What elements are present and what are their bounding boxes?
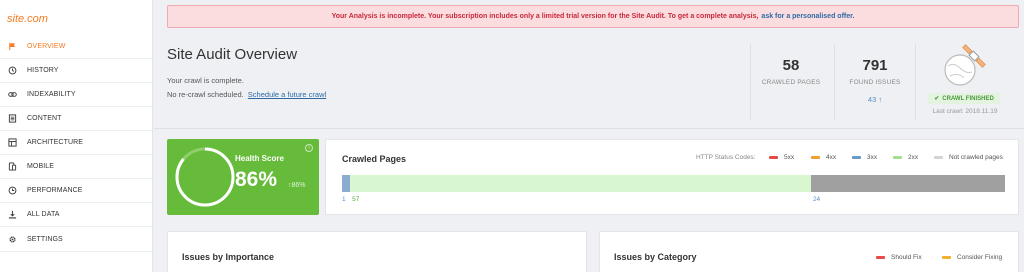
legend-label: 4xx bbox=[826, 154, 837, 161]
info-icon[interactable]: i bbox=[305, 144, 313, 152]
nav-label: PERFORMANCE bbox=[27, 187, 83, 194]
legend-label: Consider Fixing bbox=[957, 254, 1003, 261]
nav-item-all-data[interactable]: ALL DATA bbox=[0, 203, 152, 227]
satellite-icon bbox=[944, 44, 986, 86]
flag-icon bbox=[7, 42, 17, 52]
legend-item-5xx[interactable]: 5xx bbox=[769, 154, 794, 161]
link-icon bbox=[7, 90, 17, 100]
legend-swatch bbox=[942, 256, 951, 259]
issues-delta-value: 43 bbox=[867, 95, 877, 104]
legend-swatch bbox=[876, 256, 885, 259]
bar-label-2xx: 57 bbox=[352, 196, 360, 203]
crawled-pages-label: CRAWLED PAGES bbox=[761, 79, 821, 86]
found-issues-label: FOUND ISSUES bbox=[849, 79, 901, 86]
arrow-up-icon: ↑ bbox=[878, 95, 883, 104]
bar-label-3xx: 1 bbox=[342, 196, 346, 203]
nav-item-history[interactable]: HISTORY bbox=[0, 59, 152, 83]
legend-swatch bbox=[934, 156, 943, 159]
crawled-pages-bar bbox=[342, 175, 1005, 192]
issues-by-category-title: Issues by Category bbox=[614, 252, 697, 262]
nav-item-architecture[interactable]: ARCHITECTURE bbox=[0, 131, 152, 155]
health-score-ring bbox=[175, 147, 235, 207]
crawled-pages-title: Crawled Pages bbox=[342, 154, 407, 164]
nav-item-indexability[interactable]: INDEXABILITY bbox=[0, 83, 152, 107]
bar-label-not-crawled: 24 bbox=[812, 196, 821, 203]
http-status-legend-title: HTTP Status Codes: bbox=[696, 154, 756, 161]
divider bbox=[154, 128, 1024, 129]
download-icon bbox=[7, 210, 17, 220]
legend-label: 5xx bbox=[784, 154, 795, 161]
bar-segment-not-crawled[interactable] bbox=[810, 175, 1005, 192]
recrawl-text: No re-crawl scheduled. bbox=[167, 90, 244, 99]
issues-by-importance-card: Issues by Importance bbox=[167, 231, 587, 272]
legend-item-not-crawled[interactable]: Not crawled pages bbox=[934, 154, 1003, 161]
crawl-finished-badge: ✔ CRAWL FINISHED bbox=[928, 93, 1000, 104]
check-icon: ✔ bbox=[934, 96, 940, 102]
clock-icon bbox=[7, 186, 17, 196]
legend-swatch bbox=[852, 156, 861, 159]
nav-item-content[interactable]: CONTENT bbox=[0, 107, 152, 131]
recrawl-info: No re-crawl scheduled. Schedule a future… bbox=[167, 90, 326, 99]
document-icon bbox=[7, 114, 17, 124]
found-issues-count[interactable]: 791 bbox=[835, 57, 915, 74]
nav-item-performance[interactable]: PERFORMANCE bbox=[0, 179, 152, 203]
crawl-status-text: Your crawl is complete. bbox=[167, 76, 244, 85]
legend-item-3xx[interactable]: 3xx bbox=[852, 154, 877, 161]
nav-item-mobile[interactable]: MOBILE bbox=[0, 155, 152, 179]
nav-label: CONTENT bbox=[27, 115, 62, 122]
crawl-finished-text: CRAWL FINISHED bbox=[942, 95, 994, 102]
bar-segment-2xx[interactable] bbox=[350, 175, 811, 192]
gear-icon bbox=[7, 235, 17, 245]
nav-label: MOBILE bbox=[27, 163, 55, 170]
divider bbox=[915, 44, 916, 120]
legend-swatch bbox=[811, 156, 820, 159]
nav-label: ALL DATA bbox=[27, 211, 60, 218]
history-icon bbox=[7, 66, 17, 76]
health-delta-value: 86% bbox=[291, 182, 306, 189]
issues-by-category-card: Issues by Category Should Fix Consider F… bbox=[599, 231, 1019, 272]
bar-segment-3xx[interactable] bbox=[342, 175, 351, 192]
crawled-pages-card: Crawled Pages HTTP Status Codes: 5xx 4xx… bbox=[325, 139, 1019, 215]
legend-item-consider-fixing[interactable]: Consider Fixing bbox=[942, 254, 1002, 261]
page-title: Site Audit Overview bbox=[167, 46, 298, 63]
nav-label: ARCHITECTURE bbox=[27, 139, 84, 146]
trial-alert-banner: Your Analysis is incomplete. Your subscr… bbox=[167, 5, 1019, 28]
last-crawl-date: Last crawl: 2018.11.19 bbox=[932, 108, 998, 115]
mobile-icon bbox=[7, 162, 17, 172]
health-score-delta: ↑86% bbox=[288, 182, 306, 189]
nav-label: OVERVIEW bbox=[27, 43, 66, 50]
legend-label: 2xx bbox=[908, 154, 919, 161]
health-score-value: 86% bbox=[235, 168, 278, 191]
legend-label: Should Fix bbox=[891, 254, 922, 261]
alert-message: Your Analysis is incomplete. Your subscr… bbox=[331, 13, 759, 20]
sidebar: site.com OVERVIEW HISTORY INDEXABILITY C… bbox=[0, 0, 153, 272]
nav-label: INDEXABILITY bbox=[27, 91, 76, 98]
issues-by-importance-title: Issues by Importance bbox=[182, 252, 275, 262]
legend-item-2xx[interactable]: 2xx bbox=[893, 154, 918, 161]
legend-label: Not crawled pages bbox=[949, 154, 1003, 161]
logo[interactable]: site.com bbox=[7, 13, 48, 25]
nav-item-settings[interactable]: SETTINGS bbox=[0, 228, 152, 252]
schedule-crawl-link[interactable]: Schedule a future crawl bbox=[248, 90, 326, 99]
legend-item-should-fix[interactable]: Should Fix bbox=[876, 254, 922, 261]
nav-item-overview[interactable]: OVERVIEW bbox=[0, 35, 152, 59]
health-score-label: Health Score bbox=[235, 154, 284, 163]
nav-label: SETTINGS bbox=[27, 236, 63, 243]
nav-label: HISTORY bbox=[27, 67, 59, 74]
sitemap-icon bbox=[7, 138, 17, 148]
issues-delta: 43 ↑ bbox=[835, 95, 915, 104]
personalised-offer-link[interactable]: ask for a personalised offer. bbox=[761, 13, 854, 20]
legend-label: 3xx bbox=[867, 154, 878, 161]
health-score-card: Health Score 86% ↑86% i bbox=[167, 139, 319, 215]
legend-swatch bbox=[893, 156, 902, 159]
crawled-pages-count: 58 bbox=[782, 57, 800, 74]
legend-item-4xx[interactable]: 4xx bbox=[811, 154, 836, 161]
legend-swatch bbox=[769, 156, 778, 159]
